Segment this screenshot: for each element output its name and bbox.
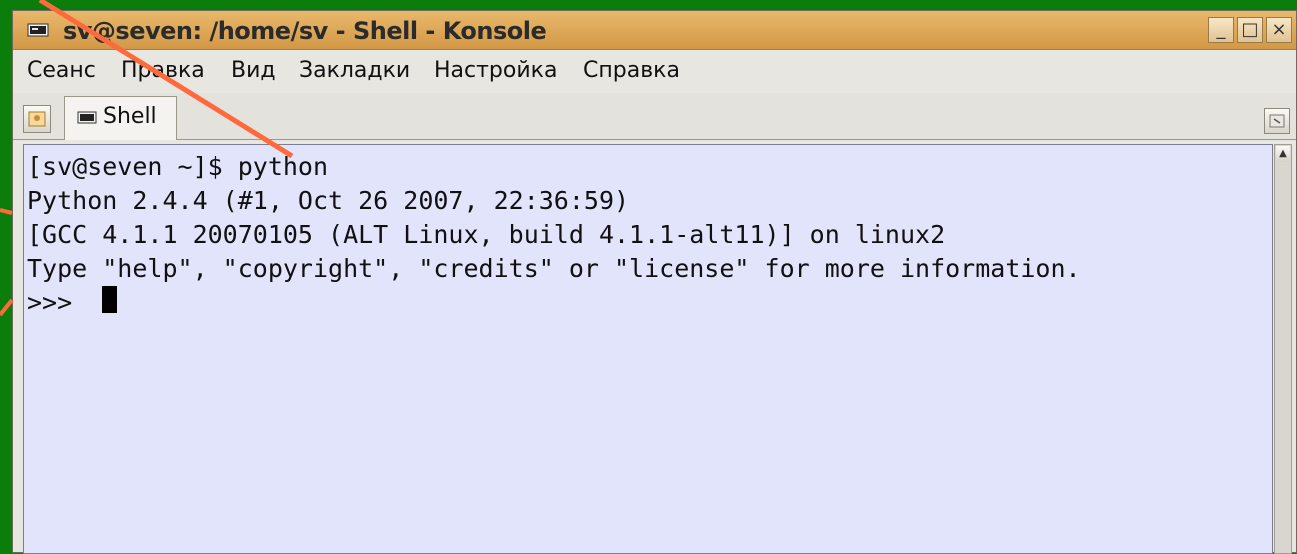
menu-bookmarks[interactable]: Закладки xyxy=(299,58,410,83)
minimize-button[interactable]: _ xyxy=(1208,17,1234,43)
konsole-window: sv@seven: /home/sv - Shell - Konsole _ □… xyxy=(12,10,1297,554)
window-title: sv@seven: /home/sv - Shell - Konsole xyxy=(63,17,547,45)
close-button[interactable]: × xyxy=(1266,17,1292,43)
close-session-button[interactable] xyxy=(1264,108,1290,134)
terminal-line: Python 2.4.4 (#1, Oct 26 2007, 22:36:59) xyxy=(27,186,630,215)
maximize-button[interactable]: □ xyxy=(1237,17,1263,43)
menu-help[interactable]: Справка xyxy=(583,58,680,83)
terminal-icon xyxy=(77,111,97,124)
scroll-up-icon[interactable]: ▲ xyxy=(1276,146,1290,162)
tab-shell[interactable]: Shell xyxy=(64,96,177,140)
close-session-icon xyxy=(1269,114,1285,128)
tab-bar: Shell xyxy=(13,93,1296,140)
menu-view[interactable]: Вид xyxy=(231,58,276,83)
menu-session[interactable]: Сеанс xyxy=(27,58,96,83)
annotation-line-left-1 xyxy=(0,208,13,215)
tab-label: Shell xyxy=(103,104,157,129)
terminal-output[interactable]: [sv@seven ~]$ python Python 2.4.4 (#1, O… xyxy=(23,144,1273,554)
terminal-line: [GCC 4.1.1 20070105 (ALT Linux, build 4.… xyxy=(27,220,946,249)
terminal-line: [sv@seven ~]$ python xyxy=(27,152,329,181)
menu-edit[interactable]: Правка xyxy=(121,58,205,83)
terminal-prompt: >>> xyxy=(27,288,88,317)
annotation-line-left-2 xyxy=(0,298,14,317)
vertical-scrollbar[interactable]: ▲ xyxy=(1274,144,1292,554)
new-session-button[interactable] xyxy=(23,105,51,133)
terminal-line: Type "help", "copyright", "credits" or "… xyxy=(27,254,1081,283)
text-cursor xyxy=(102,286,117,313)
menu-settings[interactable]: Настройка xyxy=(434,58,557,83)
terminal-icon xyxy=(27,23,49,37)
title-bar[interactable]: sv@seven: /home/sv - Shell - Konsole _ □… xyxy=(13,11,1296,50)
new-session-icon xyxy=(28,111,46,127)
menu-bar: Сеанс Правка Вид Закладки Настройка Спра… xyxy=(13,50,1296,92)
